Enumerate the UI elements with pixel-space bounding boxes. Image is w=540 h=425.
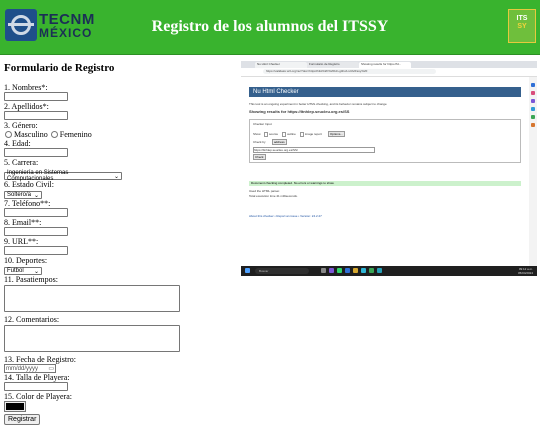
color-swatch [6, 403, 24, 410]
carrera-label: 5. Carrera: [4, 158, 39, 167]
sidebar-copilot-icon[interactable] [531, 83, 535, 87]
page-header: TECNM MÉXICO Registro de los alumnos del… [0, 0, 540, 55]
validator-page: Nu Html Checker This tool is an ongoing … [241, 77, 529, 266]
taskbar-search[interactable]: Buscar [255, 268, 309, 274]
validator-screenshot: Nu Html Checker Formulario de Registro S… [241, 61, 537, 276]
footer-links[interactable]: About this checker • Report an issue • V… [249, 214, 322, 218]
fecha-input[interactable]: mm/dd/yyyy ▭ [4, 364, 56, 373]
windows-taskbar: Buscar 09:12 a.m. 05/04/2024 [241, 266, 537, 276]
email-label: 8. Email**: [4, 218, 42, 227]
talla-label: 14. Talla de Playera: [4, 373, 70, 382]
estado-civil-label: 6. Estado Civil: [4, 180, 54, 189]
folder-icon[interactable] [353, 268, 358, 273]
windows-start-icon[interactable] [245, 268, 250, 273]
source-checkbox[interactable] [264, 132, 268, 137]
show-label: Show [253, 132, 261, 136]
femenino-radio[interactable] [50, 131, 58, 138]
genero-options: Masculino Femenino [4, 130, 234, 139]
telefono-input[interactable] [4, 208, 68, 217]
parser-note: Used the HTML parser. [249, 189, 280, 193]
success-message: Document checking completed. No errors o… [249, 181, 521, 186]
color-picker[interactable] [4, 401, 26, 412]
validator-title: Nu Html Checker [249, 87, 521, 97]
chevron-down-icon: ⌄ [113, 173, 119, 180]
chevron-down-icon: ⌄ [33, 268, 39, 275]
results-heading: Showing results for https://ltnhlep.seuc… [249, 109, 350, 114]
apellidos-input[interactable] [4, 111, 68, 120]
sidebar-shopping-icon[interactable] [531, 91, 535, 95]
execution-time: Total execution time 41 milliseconds. [249, 194, 298, 198]
registrar-button[interactable]: Registrar [4, 414, 41, 425]
pasatiempos-label: 11. Pasatiempos: [4, 275, 58, 284]
sidebar-outlook-icon[interactable] [531, 107, 535, 111]
calendar-icon[interactable]: ▭ [48, 365, 54, 372]
browser-sidebar [529, 77, 537, 266]
whatsapp-icon[interactable] [337, 268, 342, 273]
telefono-label: 7. Teléfono**: [4, 199, 51, 208]
teams-icon[interactable] [329, 268, 334, 273]
apellidos-label: 2. Apellidos*: [4, 102, 49, 111]
url-label: 9. URL**: [4, 237, 39, 246]
task-view-icon[interactable] [321, 268, 326, 273]
explorer-icon[interactable] [345, 268, 350, 273]
estado-civil-select[interactable]: Soltero/a ⌄ [4, 191, 42, 199]
form-heading: Formulario de Registro [4, 62, 115, 74]
genero-label: 3. Género: [4, 121, 38, 130]
checker-input-legend: Checker Input [253, 122, 272, 126]
edge-icon[interactable] [361, 268, 366, 273]
itssy-logo: ITS SY [508, 9, 536, 43]
address-field[interactable]: https://validator.w3.org/nu/?doc=https%3… [263, 69, 436, 74]
outline-checkbox[interactable] [282, 132, 286, 137]
comentarios-textarea[interactable] [4, 325, 180, 352]
image-report-checkbox[interactable] [300, 132, 304, 137]
check-button[interactable]: Check [253, 154, 266, 160]
chrome-icon[interactable] [369, 268, 374, 273]
url-input[interactable] [4, 246, 68, 255]
taskbar-clock: 09:12 a.m. 05/04/2024 [517, 267, 533, 275]
options-button[interactable]: Options... [328, 131, 345, 137]
check-by-select[interactable]: address [272, 139, 287, 145]
color-label: 15. Color de Playera: [4, 392, 72, 401]
registration-form: Formulario de Registro 1. Nombres*: 2. A… [4, 62, 234, 425]
validator-intro: This tool is an ongoing experiment in be… [249, 102, 387, 106]
pasatiempos-textarea[interactable] [4, 285, 180, 312]
edad-label: 4. Edad: [4, 139, 31, 148]
checker-input-box: Checker Input Show source outline image … [249, 119, 521, 163]
browser-address-bar: https://validator.w3.org/nu/?doc=https%3… [241, 68, 537, 77]
talla-input[interactable] [4, 382, 68, 391]
deportes-select[interactable]: Futbol ⌄ [4, 267, 42, 275]
sidebar-tools-icon[interactable] [531, 99, 535, 103]
check-by-label: Check by [253, 140, 266, 144]
browser-tab-bar: Nu Html Checker Formulario de Registro S… [241, 61, 537, 68]
masculino-radio[interactable] [5, 131, 12, 138]
sidebar-office-icon[interactable] [531, 123, 535, 127]
femenino-label: Femenino [59, 130, 92, 139]
chevron-down-icon: ⌄ [34, 192, 40, 199]
deportes-label: 10. Deportes: [4, 256, 48, 265]
check-url-input[interactable]: https://ltnhlep.seucleu.org.es/SS/ [253, 147, 375, 153]
page-title: Registro de los alumnos del ITSSY [151, 18, 389, 35]
masculino-label: Masculino [14, 130, 48, 139]
comentarios-label: 12. Comentarios: [4, 315, 60, 324]
sidebar-games-icon[interactable] [531, 115, 535, 119]
nombres-label: 1. Nombres*: [4, 83, 48, 92]
fecha-label: 13. Fecha de Registro: [4, 355, 76, 364]
email-input[interactable] [4, 227, 68, 236]
nombres-input[interactable] [4, 92, 68, 101]
vscode-icon[interactable] [377, 268, 382, 273]
carrera-select[interactable]: Ingeniería en Sistemas Computacionales ⌄ [4, 170, 122, 182]
edad-input[interactable] [4, 148, 68, 157]
